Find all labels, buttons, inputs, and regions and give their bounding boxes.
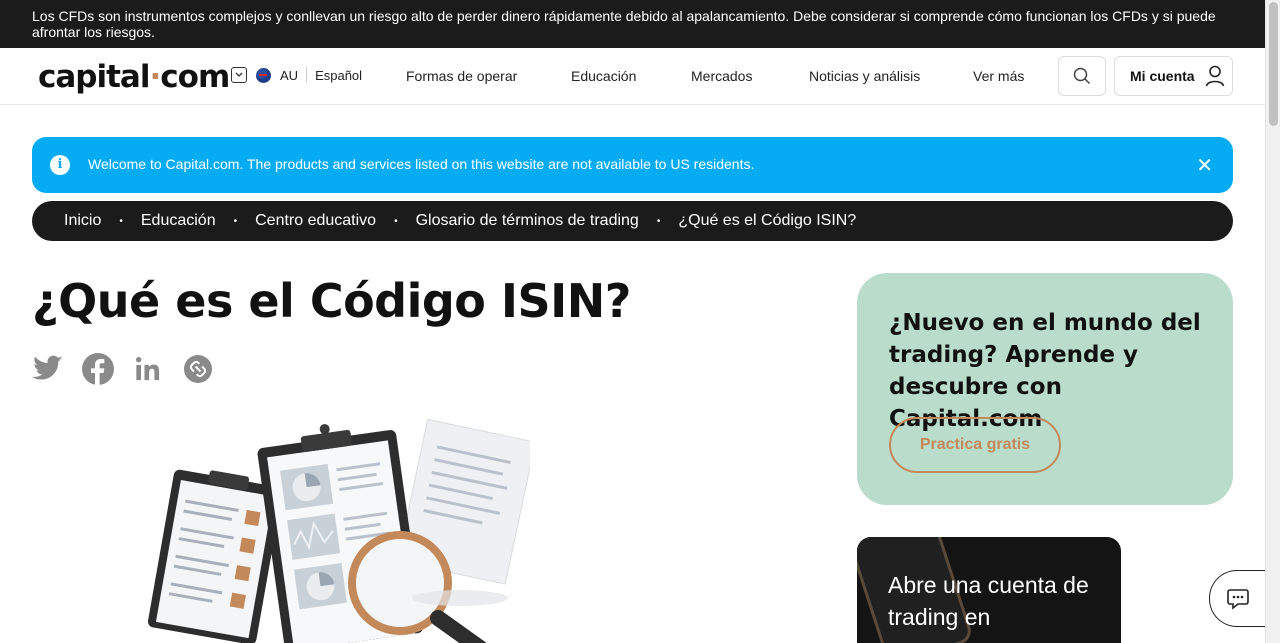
nav-noticias-analisis[interactable]: Noticias y análisis — [809, 68, 920, 84]
breadcrumb-separator: • — [394, 215, 398, 227]
linkedin-icon[interactable] — [132, 353, 164, 385]
open-account-text: Abre una cuenta de trading en — [888, 572, 1089, 630]
breadcrumb-item-glosario[interactable]: Glosario de términos de trading — [416, 212, 639, 230]
account-label: Mi cuenta — [1130, 68, 1195, 84]
breadcrumb-item-current: ¿Qué es el Código ISIN? — [678, 212, 857, 229]
clipboard-magnifier-illustration — [147, 418, 530, 643]
site-header: capital·com AU Español Formas de operar … — [0, 48, 1265, 105]
breadcrumb-item-educacion[interactable]: Educación — [141, 212, 216, 230]
promo-heading: ¿Nuevo en el mundo del trading? Aprende … — [889, 310, 1201, 432]
australia-flag-icon — [256, 67, 271, 83]
breadcrumb-item-inicio[interactable]: Inicio — [64, 212, 101, 230]
practice-promo-card: ¿Nuevo en el mundo del trading? Aprende … — [857, 273, 1233, 505]
breadcrumb: Inicio • Educación • Centro educativo • … — [32, 201, 1233, 241]
logo-dot: · — [149, 59, 161, 95]
nav-educacion[interactable]: Educación — [571, 68, 636, 84]
risk-warning-banner: Los CFDs son instrumentos complejos y co… — [0, 0, 1265, 48]
breadcrumb-item-centro-educativo[interactable]: Centro educativo — [255, 212, 376, 230]
breadcrumb-separator: • — [233, 215, 238, 227]
page-scrollbar[interactable] — [1265, 0, 1280, 643]
open-account-card[interactable]: Abre una cuenta de trading en — [857, 537, 1121, 643]
search-button[interactable] — [1058, 56, 1106, 96]
notice-text: Welcome to Capital.com. The products and… — [88, 156, 755, 172]
breadcrumb-separator: • — [119, 215, 123, 227]
share-icons — [32, 353, 214, 385]
nav-mercados[interactable]: Mercados — [691, 68, 752, 84]
nav-formas-de-operar[interactable]: Formas de operar — [406, 68, 517, 84]
us-residents-notice: i Welcome to Capital.com. The products a… — [32, 137, 1233, 193]
logo-text: capital — [38, 59, 150, 95]
region-code: AU — [280, 67, 299, 83]
language-selector[interactable]: AU Español — [231, 67, 362, 83]
breadcrumb-separator: • — [656, 215, 661, 227]
language-divider — [306, 67, 308, 83]
chat-icon — [1226, 588, 1249, 610]
my-account-button[interactable]: Mi cuenta — [1114, 56, 1233, 96]
facebook-icon[interactable] — [82, 353, 114, 385]
language-label[interactable]: Español — [315, 68, 362, 83]
chat-button[interactable] — [1209, 570, 1265, 627]
copy-link-icon[interactable] — [182, 353, 214, 385]
search-icon — [1073, 67, 1091, 85]
logo-text-suffix: com — [160, 59, 230, 95]
page-title: ¿Qué es el Código ISIN? — [32, 274, 631, 328]
scrollbar-thumb[interactable] — [1269, 2, 1278, 126]
user-icon — [1205, 65, 1224, 87]
chevron-down-icon[interactable] — [231, 67, 247, 83]
twitter-icon[interactable] — [32, 353, 64, 385]
close-icon[interactable]: ✕ — [1196, 153, 1213, 178]
info-icon: i — [50, 155, 70, 175]
capital-com-logo[interactable]: capital·com — [38, 59, 230, 95]
nav-ver-mas[interactable]: Ver más — [973, 68, 1024, 84]
practice-free-button[interactable]: Practica gratis — [889, 417, 1061, 473]
